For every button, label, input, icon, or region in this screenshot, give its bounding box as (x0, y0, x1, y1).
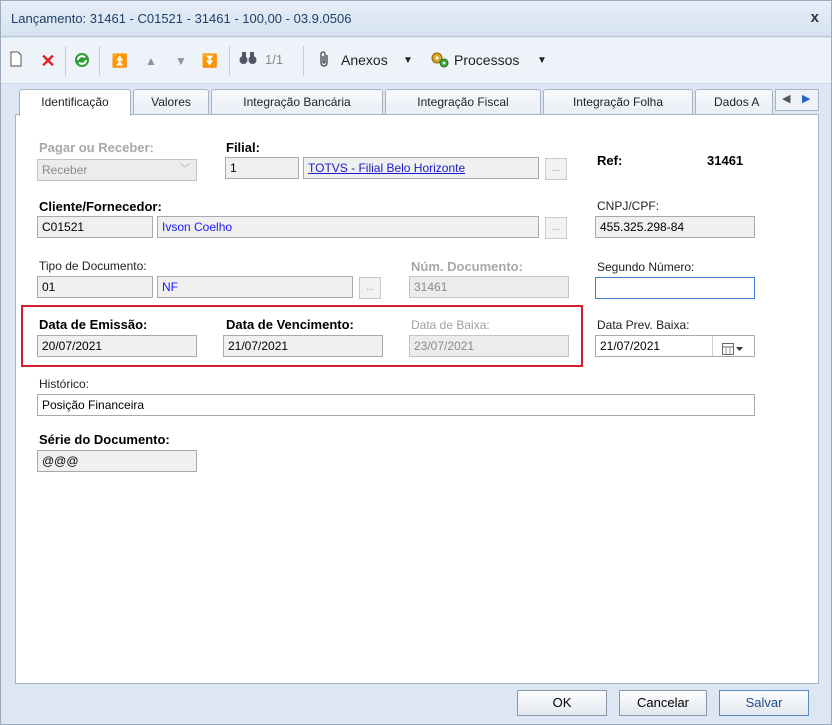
chevron-down-icon[interactable]: ▼ (535, 51, 549, 71)
series-label: Série do Documento: (39, 432, 170, 447)
refresh-icon[interactable] (71, 51, 93, 71)
save-button[interactable]: Salvar (719, 690, 809, 716)
doc-type-lookup-button[interactable]: ... (359, 277, 381, 299)
tab-integracao-folha[interactable]: Integração Folha (543, 89, 693, 115)
client-name-field[interactable]: Ivson Coelho (157, 216, 539, 238)
processes-menu[interactable]: Processos (454, 52, 519, 68)
due-date-field[interactable]: 21/07/2021 (223, 335, 383, 357)
chevron-down-icon[interactable]: ▼ (401, 51, 415, 71)
due-date-label: Data de Vencimento: (226, 317, 354, 332)
window-title: Lançamento: 31461 - C01521 - 31461 - 100… (11, 11, 352, 26)
ok-button[interactable]: OK (517, 690, 607, 716)
second-number-input[interactable] (595, 277, 755, 299)
new-document-icon[interactable] (7, 51, 25, 71)
toolbar-separator (99, 46, 100, 76)
issue-date-label: Data de Emissão: (39, 317, 148, 332)
expected-settle-label: Data Prev. Baixa: (597, 318, 690, 332)
doc-type-name-field[interactable]: NF (157, 276, 353, 298)
pay-receive-select[interactable]: Receber ﹀ (37, 159, 197, 181)
tab-scroll-buttons: ◀ ▶ (775, 89, 819, 111)
cnpj-field[interactable]: 455.325.298-84 (595, 216, 755, 238)
settle-date-label: Data de Baixa: (411, 318, 490, 332)
cnpj-label: CNPJ/CPF: (597, 199, 660, 213)
toolbar-separator (65, 46, 66, 76)
paperclip-icon[interactable] (315, 51, 335, 71)
close-button[interactable]: x (811, 9, 819, 26)
branch-lookup-button[interactable]: ... (545, 158, 567, 180)
client-lookup-button[interactable]: ... (545, 217, 567, 239)
next-record-icon[interactable]: ▼ (171, 51, 191, 71)
settle-date-field[interactable]: 23/07/2021 (409, 335, 569, 357)
chevron-down-icon: ﹀ (180, 164, 190, 175)
history-input[interactable]: Posição Financeira (37, 394, 755, 416)
dialog-window: Lançamento: 31461 - C01521 - 31461 - 100… (0, 0, 832, 725)
binoculars-icon[interactable] (237, 51, 259, 71)
series-field[interactable]: @@@ (37, 450, 197, 472)
previous-record-icon[interactable]: ▲ (141, 51, 161, 71)
doc-type-label: Tipo de Documento: (39, 259, 147, 273)
history-label: Histórico: (39, 377, 90, 391)
doc-number-field[interactable]: 31461 (409, 276, 569, 298)
tab-scroll-left-icon[interactable]: ◀ (782, 92, 790, 105)
doc-number-label: Núm. Documento: (411, 259, 523, 274)
toolbar-separator (229, 46, 230, 76)
issue-date-field[interactable]: 20/07/2021 (37, 335, 197, 357)
gears-icon[interactable] (429, 51, 451, 71)
doc-type-code-field[interactable]: 01 (37, 276, 153, 298)
tab-scroll-right-icon[interactable]: ▶ (802, 92, 810, 105)
toolbar: ✕ ⏫ ▲ ▼ ⏬ 1/1 Anexos ▼ Processos ▼ (1, 38, 831, 84)
record-position: 1/1 (265, 52, 284, 67)
calendar-icon[interactable] (722, 341, 744, 356)
title-bar: Lançamento: 31461 - C01521 - 31461 - 100… (1, 1, 831, 37)
first-record-icon[interactable]: ⏫ (109, 51, 131, 71)
attachments-menu[interactable]: Anexos (341, 52, 388, 68)
tab-identificacao[interactable]: Identificação (19, 89, 131, 116)
tab-integracao-bancaria[interactable]: Integração Bancária (211, 89, 383, 115)
toolbar-separator (303, 46, 304, 76)
ref-value: 31461 (707, 153, 744, 168)
ref-label: Ref: (597, 153, 623, 168)
tab-valores[interactable]: Valores (133, 89, 209, 115)
branch-name-link[interactable]: TOTVS - Filial Belo Horizonte (303, 157, 539, 179)
client-code-field[interactable]: C01521 (37, 216, 153, 238)
tab-integracao-fiscal[interactable]: Integração Fiscal (385, 89, 541, 115)
client-label: Cliente/Fornecedor: (39, 199, 162, 214)
expected-settle-date-picker[interactable]: 21/07/2021 (595, 335, 755, 357)
branch-label: Filial: (226, 140, 260, 155)
tab-dados[interactable]: Dados A (695, 89, 773, 115)
second-number-label: Segundo Número: (597, 260, 695, 274)
branch-code-field[interactable]: 1 (225, 157, 299, 179)
delete-icon[interactable]: ✕ (37, 51, 59, 71)
last-record-icon[interactable]: ⏬ (199, 51, 221, 71)
cancel-button[interactable]: Cancelar (619, 690, 707, 716)
pay-receive-label: Pagar ou Receber: (39, 140, 154, 155)
